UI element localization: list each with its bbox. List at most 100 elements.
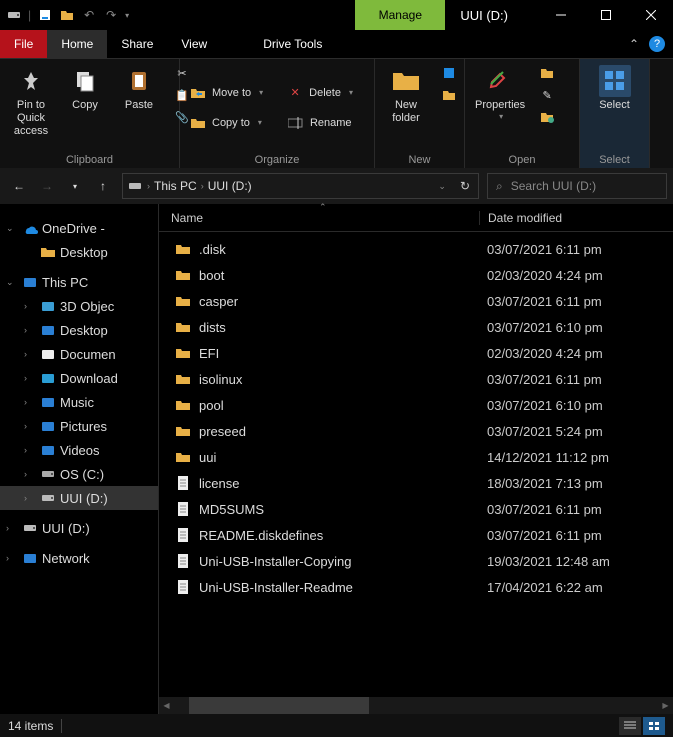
tree-item[interactable]: ›Music (0, 390, 158, 414)
paste-button[interactable]: Paste (114, 63, 164, 114)
properties-button[interactable]: Properties▾ (471, 63, 529, 124)
tree-item[interactable]: ›Videos (0, 438, 158, 462)
address-dropdown-icon[interactable]: ⌄ (432, 181, 452, 192)
file-row[interactable]: license18/03/2021 7:13 pm (159, 470, 673, 496)
collapse-ribbon-icon[interactable]: ⌃ (629, 37, 639, 51)
column-date[interactable]: Date modified (479, 211, 673, 225)
breadcrumb-this-pc[interactable]: This PC (154, 179, 197, 193)
navigation-pane[interactable]: ⌄OneDrive -Desktop ⌄This PC›3D Objec›Desk… (0, 204, 158, 714)
share-tab[interactable]: Share (107, 30, 167, 58)
new-item-button[interactable] (437, 63, 461, 83)
expand-icon[interactable]: ⌄ (6, 277, 18, 288)
expand-icon[interactable]: › (6, 553, 18, 563)
tree-item[interactable]: ⌄OneDrive - (0, 216, 158, 240)
easy-access-button[interactable] (437, 85, 461, 105)
view-tab[interactable]: View (167, 30, 221, 58)
tree-item[interactable]: Desktop (0, 240, 158, 264)
home-tab[interactable]: Home (47, 30, 107, 58)
scroll-thumb[interactable] (189, 697, 369, 714)
redo-qa-icon[interactable]: ↷ (103, 7, 119, 23)
file-row[interactable]: isolinux03/07/2021 6:11 pm (159, 366, 673, 392)
expand-icon[interactable]: › (24, 349, 36, 359)
file-row[interactable]: MD5SUMS03/07/2021 6:11 pm (159, 496, 673, 522)
column-headers[interactable]: ⌃ Name Date modified (159, 204, 673, 232)
properties-qa-icon[interactable] (37, 7, 53, 23)
undo-qa-icon[interactable]: ↶ (81, 7, 97, 23)
search-box[interactable]: ⌕ Search UUI (D:) (487, 173, 667, 199)
tree-item[interactable]: ›UUI (D:) (0, 516, 158, 540)
recent-locations-button[interactable]: ▾ (62, 173, 88, 199)
maximize-button[interactable] (583, 0, 628, 30)
file-row[interactable]: uui14/12/2021 11:12 pm (159, 444, 673, 470)
expand-icon[interactable]: ⌄ (6, 223, 18, 234)
expand-icon[interactable]: › (24, 421, 36, 431)
tree-item[interactable]: ›Network (0, 546, 158, 570)
expand-icon[interactable]: › (24, 493, 36, 503)
select-button[interactable]: Select (590, 63, 640, 114)
expand-icon[interactable]: › (24, 373, 36, 383)
breadcrumb-chevron-icon[interactable]: › (201, 181, 204, 191)
expand-icon[interactable]: › (24, 397, 36, 407)
file-name: Uni-USB-Installer-Readme (199, 580, 353, 595)
edit-button[interactable]: ✎ (535, 85, 559, 105)
horizontal-scrollbar[interactable]: ◀ ▶ (159, 697, 673, 714)
refresh-button[interactable]: ↻ (456, 179, 474, 193)
thumbnails-view-toggle[interactable] (643, 717, 665, 735)
file-row[interactable]: preseed03/07/2021 5:24 pm (159, 418, 673, 444)
manage-tab[interactable]: Manage (355, 0, 445, 30)
breadcrumb-uui[interactable]: UUI (D:) (208, 179, 252, 193)
details-view-toggle[interactable] (619, 717, 641, 735)
move-to-button[interactable]: Move to▾ (186, 83, 267, 103)
new-folder-qa-icon[interactable] (59, 7, 75, 23)
minimize-button[interactable] (538, 0, 583, 30)
file-row[interactable]: README.diskdefines03/07/2021 6:11 pm (159, 522, 673, 548)
file-row[interactable]: boot02/03/2020 4:24 pm (159, 262, 673, 288)
forward-button[interactable]: → (34, 173, 60, 199)
copy-button[interactable]: Copy (60, 63, 110, 114)
tree-item[interactable]: ›Desktop (0, 318, 158, 342)
pin-to-quick-access-button[interactable]: Pin to Quick access (6, 63, 56, 141)
qa-dropdown-icon[interactable]: ▾ (125, 11, 129, 20)
open-button[interactable] (535, 63, 559, 83)
close-button[interactable] (628, 0, 673, 30)
copy-to-button[interactable]: Copy to▾ (186, 113, 266, 133)
breadcrumb-chevron-icon[interactable]: › (147, 181, 150, 191)
expand-icon[interactable]: › (24, 445, 36, 455)
tree-item[interactable]: ›OS (C:) (0, 462, 158, 486)
help-icon[interactable]: ? (649, 36, 665, 52)
back-button[interactable]: ← (6, 173, 32, 199)
scroll-right-button[interactable]: ▶ (658, 697, 673, 714)
folder-icon (40, 244, 56, 260)
expand-icon[interactable]: › (24, 325, 36, 335)
delete-button[interactable]: ✕Delete▾ (283, 83, 357, 103)
file-row[interactable]: EFI02/03/2020 4:24 pm (159, 340, 673, 366)
scroll-left-button[interactable]: ◀ (159, 697, 174, 714)
file-row[interactable]: Uni-USB-Installer-Copying19/03/2021 12:4… (159, 548, 673, 574)
file-row[interactable]: dists03/07/2021 6:10 pm (159, 314, 673, 340)
file-row[interactable]: .disk03/07/2021 6:11 pm (159, 236, 673, 262)
folder-icon (175, 423, 191, 439)
disk-icon (40, 466, 56, 482)
rename-button[interactable]: Rename (284, 113, 356, 133)
expand-icon[interactable]: › (6, 523, 18, 533)
pc-icon (22, 274, 38, 290)
new-folder-button[interactable]: New folder (381, 63, 431, 127)
tree-item[interactable]: ›Pictures (0, 414, 158, 438)
drive-tools-tab[interactable]: Drive Tools (249, 30, 336, 58)
file-tab[interactable]: File (0, 30, 47, 58)
file-row[interactable]: casper03/07/2021 6:11 pm (159, 288, 673, 314)
history-button[interactable] (535, 107, 559, 127)
tree-item[interactable]: ›3D Objec (0, 294, 158, 318)
tree-item[interactable]: ›UUI (D:) (0, 486, 158, 510)
up-button[interactable]: ↑ (90, 173, 116, 199)
file-list[interactable]: .disk03/07/2021 6:11 pmboot02/03/2020 4:… (159, 232, 673, 697)
file-row[interactable]: Uni-USB-Installer-Readme17/04/2021 6:22 … (159, 574, 673, 600)
expand-icon[interactable]: › (24, 301, 36, 311)
expand-icon[interactable]: › (24, 469, 36, 479)
tree-item[interactable]: ⌄This PC (0, 270, 158, 294)
tree-item[interactable]: ›Documen (0, 342, 158, 366)
file-row[interactable]: pool03/07/2021 6:10 pm (159, 392, 673, 418)
tree-item[interactable]: ›Download (0, 366, 158, 390)
scroll-track[interactable] (174, 697, 658, 714)
address-bar[interactable]: › This PC › UUI (D:) ⌄ ↻ (122, 173, 479, 199)
